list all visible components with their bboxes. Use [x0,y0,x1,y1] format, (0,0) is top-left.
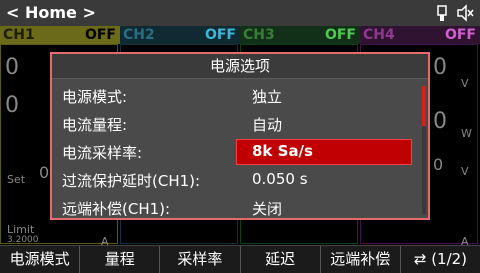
option-value: 0.050 s [252,170,308,188]
softkey-remote-sense[interactable]: 远端补偿 [321,246,401,273]
option-current-sample-rate[interactable]: 电流采样率: 8k Sa/s [52,138,420,166]
option-value: 关闭 [252,200,283,218]
channel-name: CH3 [243,27,275,43]
ch4-power-unit: W [461,127,472,140]
power-options-dialog: 电源选项 电源模式: 独立 电流量程: 自动 电流采样率: 8k Sa/s 过流… [50,52,430,220]
dialog-scrollbar[interactable] [422,86,426,214]
page-cycle-icon: ⇄ [413,250,427,268]
top-bar: < Home > [0,0,480,27]
option-value: 8k Sa/s [252,142,313,160]
home-title[interactable]: < Home > [6,3,96,22]
option-label: 电源模式: [62,88,128,106]
ch1-set-value: 0 [39,163,50,182]
option-label: 电流量程: [62,116,128,134]
speaker-muted-icon [457,4,474,22]
option-power-mode[interactable]: 电源模式: 独立 [52,82,420,110]
option-ocp-delay[interactable]: 过流保护延时(CH1): 0.050 s [52,166,420,194]
ch4-voltage-unit: V [461,77,469,90]
ch1-set-label: Set [7,173,26,186]
channel-state: OFF [444,27,476,43]
ch4-set-unit: V [461,165,469,178]
status-icons [436,4,474,22]
option-value: 独立 [252,88,283,106]
softkey-page-toggle[interactable]: ⇄ (1/2) [401,246,480,273]
option-current-range[interactable]: 电流量程: 自动 [52,110,420,138]
channel-name: CH1 [3,27,35,43]
ch4-power-readout: 0 [433,109,447,134]
channel-state: OFF [204,27,236,43]
channel-name: CH2 [123,27,155,43]
option-remote-sense[interactable]: 远端补偿(CH1): 关闭 [52,194,420,222]
option-label: 过流保护延时(CH1): [62,172,201,190]
dialog-title: 电源选项 [52,54,428,79]
ch4-voltage-readout: 0 [433,55,447,80]
softkey-power-mode[interactable]: 电源模式 [0,246,81,273]
channel-ch1[interactable]: CH1 OFF [0,26,120,44]
ch1-voltage-readout: 0 [5,55,19,80]
softkey-sample-rate[interactable]: 采样率 [160,246,241,273]
softkey-range[interactable]: 量程 [80,246,161,273]
option-label: 远端补偿(CH1): [62,200,171,218]
ch4-set-readout: 0 [433,155,444,174]
ch1-limit-value: 3.2000 [7,235,39,245]
softkey-delay[interactable]: 延迟 [241,246,321,273]
usb-icon [437,5,447,21]
channel-ch3[interactable]: CH3 OFF [240,26,360,44]
channel-ch2[interactable]: CH2 OFF [120,26,240,44]
channel-ch4[interactable]: CH4 OFF [360,26,480,44]
page-indicator: (1/2) [431,250,468,268]
option-label: 电流采样率: [62,144,143,162]
channel-name: CH4 [363,27,395,43]
softkey-bar: 电源模式 量程 采样率 延迟 远端补偿 ⇄ (1/2) [0,245,480,273]
option-value: 自动 [252,116,283,134]
channel-state: OFF [324,27,356,43]
scrollbar-thumb[interactable] [422,86,426,126]
ch1-current-readout: 0 [5,93,19,118]
channel-tabs: CH1 OFF CH2 OFF CH3 OFF CH4 OFF [0,26,480,44]
channel-state: OFF [84,27,116,43]
